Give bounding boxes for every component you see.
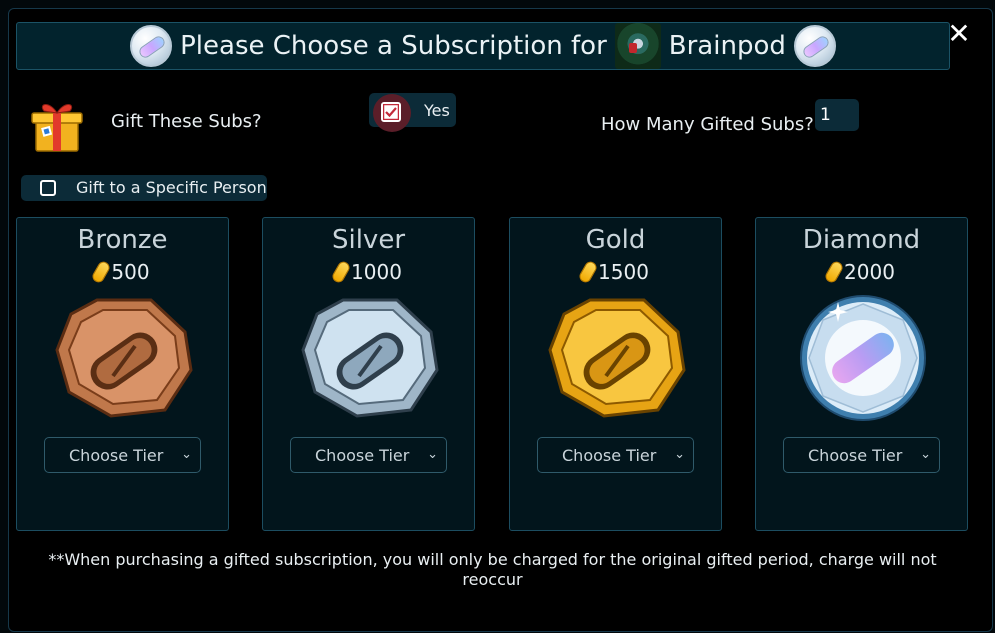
tier-card-gold: Gold 1500 Choose Tier ⌄: [509, 217, 722, 531]
tier-select-gold[interactable]: Choose Tier ⌄: [537, 437, 694, 473]
gift-yes-checkbox[interactable]: [381, 102, 401, 122]
tier-name: Diamond: [802, 225, 921, 255]
how-many-label: How Many Gifted Subs?: [601, 114, 814, 135]
chevron-down-icon: ⌄: [920, 447, 931, 462]
bits-icon: [330, 259, 352, 285]
tier-coin-icon: [800, 295, 926, 421]
gift-yes-toggle[interactable]: Yes: [369, 93, 456, 132]
bits-icon: [823, 259, 845, 285]
tier-select-bronze[interactable]: Choose Tier ⌄: [44, 437, 201, 473]
tier-price-value: 500: [111, 260, 150, 284]
tier-price: 1500: [510, 259, 721, 285]
tier-name: Silver: [331, 225, 406, 255]
tier-card-bronze: Bronze 500 Choose Tier ⌄: [16, 217, 229, 531]
tier-coin-icon: [55, 298, 193, 418]
tier-select-label: Choose Tier: [69, 445, 164, 465]
tier-price: 1000: [263, 259, 474, 285]
close-icon[interactable]: ✕: [947, 20, 971, 48]
tier-select-diamond[interactable]: Choose Tier ⌄: [783, 437, 940, 473]
channel-name: Brainpod: [668, 31, 786, 61]
tier-card-silver: Silver 1000 Choose Tier ⌄: [262, 217, 475, 531]
gift-specific-person-checkbox[interactable]: [40, 180, 56, 196]
checkbox-icon: [383, 104, 399, 120]
tier-price-value: 1500: [598, 260, 649, 284]
tier-price: 500: [17, 259, 228, 285]
tier-coin-icon: [548, 298, 686, 418]
tier-price-value: 2000: [844, 260, 895, 284]
pill-coin-icon: [130, 25, 173, 67]
bits-icon: [577, 259, 599, 285]
gift-label: Gift These Subs?: [111, 111, 262, 132]
gift-specific-person-label: Gift to a Specific Person: [76, 178, 267, 197]
tier-card-diamond: Diamond 2000 Choose Tier ⌄: [755, 217, 968, 531]
chevron-down-icon: ⌄: [674, 447, 685, 462]
tier-price: 2000: [756, 259, 967, 285]
gift-disclaimer: **When purchasing a gifted subscription,…: [48, 550, 937, 589]
tier-select-label: Choose Tier: [808, 445, 903, 465]
channel-avatar-icon: [614, 23, 661, 69]
gift-quantity-input[interactable]: [815, 99, 859, 131]
gift-specific-person-toggle[interactable]: Gift to a Specific Person: [21, 175, 267, 201]
chevron-down-icon: ⌄: [181, 447, 192, 462]
gift-yes-label: Yes: [424, 101, 450, 120]
bits-icon: [90, 259, 113, 285]
tier-select-silver[interactable]: Choose Tier ⌄: [290, 437, 447, 473]
gift-box-icon: [31, 104, 83, 152]
tier-name: Bronze: [77, 225, 168, 255]
chevron-down-icon: ⌄: [427, 447, 438, 462]
title-prefix: Please Choose a Subscription for: [180, 31, 607, 61]
tier-select-label: Choose Tier: [562, 445, 657, 465]
tier-coin-icon: [301, 298, 439, 418]
tier-price-value: 1000: [351, 260, 402, 284]
tier-name: Gold: [585, 225, 646, 255]
tier-select-label: Choose Tier: [315, 445, 410, 465]
title-bar: Please Choose a Subscription for Brainpo…: [16, 22, 950, 70]
pill-coin-icon: [793, 25, 836, 67]
